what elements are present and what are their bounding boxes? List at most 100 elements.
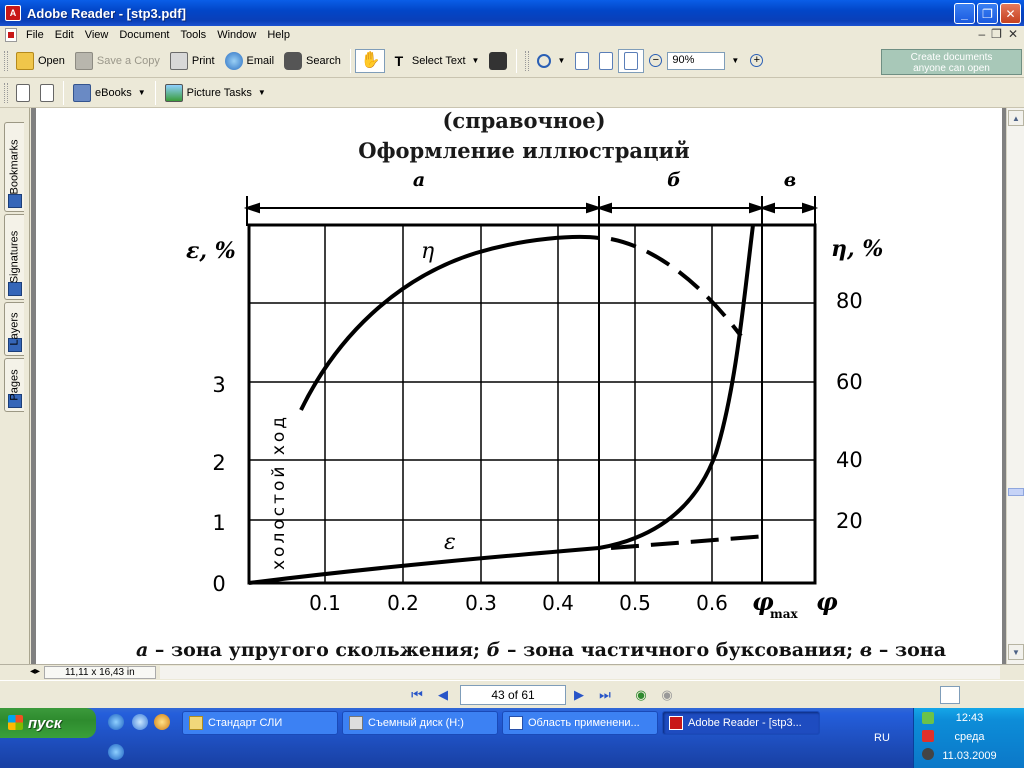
go-back-icon[interactable]: ◉ <box>632 687 650 703</box>
document-icon[interactable] <box>5 28 17 42</box>
toolbar-separator <box>154 80 156 105</box>
toolbar-separator <box>516 48 518 73</box>
hand-tool-button[interactable]: ✋ <box>354 48 385 73</box>
snapshot-button[interactable] <box>484 49 512 73</box>
y-left-tick-2: 2 <box>212 451 225 475</box>
scroll-up-icon[interactable]: ▲ <box>1008 110 1024 126</box>
taskbar-item-removable-disk[interactable]: Съемный диск (H:) <box>342 711 498 735</box>
internet-explorer-icon[interactable] <box>108 714 124 730</box>
y-left-tick-1: 1 <box>212 511 225 535</box>
page-heading-illustrations: Оформление иллюстраций <box>358 138 689 163</box>
facing-view-icon[interactable] <box>968 686 988 704</box>
menu-window[interactable]: Window <box>212 29 262 41</box>
open-button[interactable]: Open <box>11 49 70 73</box>
internet-explorer-icon[interactable] <box>108 744 124 760</box>
print-button[interactable]: Print <box>165 49 220 73</box>
rotate-page-left-icon <box>16 83 30 102</box>
chevron-down-icon[interactable]: ▼ <box>731 56 739 65</box>
minimize-button[interactable]: _ <box>954 3 975 24</box>
x-tick-0-3: 0.3 <box>465 591 497 615</box>
zoom-in-tool-button[interactable]: ▼ <box>532 49 570 73</box>
chevron-down-icon[interactable]: ▼ <box>472 56 480 65</box>
toolbar-grip[interactable] <box>4 82 8 103</box>
x-tick-0-6: 0.6 <box>696 591 728 615</box>
toolbar-grip[interactable] <box>4 50 8 71</box>
hand-icon: ✋ <box>360 51 381 69</box>
last-page-icon[interactable]: ⏭ <box>596 687 614 703</box>
continuous-facing-view-icon[interactable] <box>996 686 1016 704</box>
scroll-down-icon[interactable]: ▼ <box>1008 644 1024 660</box>
vertical-scrollbar[interactable]: ▲ ▼ <box>1006 108 1024 664</box>
menu-help[interactable]: Help <box>262 29 296 41</box>
menu-view[interactable]: View <box>80 29 115 41</box>
tab-signatures[interactable]: Signatures <box>4 214 24 300</box>
tab-pages[interactable]: Pages <box>4 358 24 412</box>
y-left-tick-0: 0 <box>212 572 225 596</box>
chevron-down-icon[interactable]: ▼ <box>138 88 146 97</box>
zoom-level-field[interactable]: 90% <box>667 51 726 70</box>
ebooks-button[interactable]: eBooks ▼ <box>68 81 151 105</box>
doc-minimize-icon[interactable]: – <box>978 27 985 41</box>
doc-restore-icon[interactable]: ❐ <box>991 27 1002 41</box>
single-page-view-icon[interactable] <box>914 686 934 704</box>
start-button[interactable]: пуск <box>0 708 96 738</box>
zoom-in-button[interactable]: + <box>745 49 768 73</box>
picture-tasks-button[interactable]: Picture Tasks ▼ <box>160 81 271 105</box>
first-page-icon[interactable]: ⏮ <box>408 687 426 703</box>
continuous-view-icon[interactable] <box>940 686 960 704</box>
page-number-field[interactable]: 43 of 61 <box>460 685 566 705</box>
horizontal-scrollbar[interactable] <box>160 666 1000 679</box>
fit-page-button[interactable] <box>594 49 618 73</box>
toolbar-grip[interactable] <box>525 50 530 71</box>
document-viewer[interactable]: (справочное) Оформление иллюстраций а б … <box>31 108 1006 664</box>
x-tick-0-4: 0.4 <box>542 591 574 615</box>
tab-bookmarks[interactable]: Bookmarks <box>4 122 24 212</box>
create-documents-banner[interactable]: Create documents anyone can open <box>881 49 1022 75</box>
fit-width-button[interactable] <box>618 48 645 73</box>
expand-arrows-icon[interactable]: ◂▸ <box>30 666 40 677</box>
previous-page-icon[interactable]: ◀ <box>434 687 452 703</box>
chevron-down-icon[interactable]: ▼ <box>557 56 565 65</box>
close-button[interactable]: ✕ <box>1000 3 1021 24</box>
scroll-thumb[interactable] <box>1008 488 1024 496</box>
messenger-icon[interactable] <box>132 714 148 730</box>
menu-file[interactable]: File <box>21 29 50 41</box>
folder-open-icon <box>16 51 34 70</box>
select-text-button[interactable]: T Select Text ▼ <box>385 49 485 73</box>
menu-edit[interactable]: Edit <box>50 29 80 41</box>
tab-layers[interactable]: Layers <box>4 302 24 356</box>
file-toolbar: Open Save a Copy Print Email Search ✋ T … <box>0 44 1024 78</box>
document-page: (справочное) Оформление иллюстраций а б … <box>36 108 1002 664</box>
rotate-right-button[interactable] <box>35 81 59 105</box>
menu-tools[interactable]: Tools <box>176 29 213 41</box>
next-page-icon[interactable]: ▶ <box>570 687 588 703</box>
folder-icon <box>189 716 203 730</box>
media-player-icon[interactable] <box>154 714 170 730</box>
taskbar-item-folder[interactable]: Стандарт СЛИ <box>182 711 338 735</box>
y-left-axis-label: ε, % <box>186 238 236 264</box>
y-right-tick-80: 80 <box>836 289 863 313</box>
word-document-icon <box>509 716 523 730</box>
zoom-out-button[interactable]: − <box>644 49 667 73</box>
language-indicator[interactable]: RU <box>874 732 890 744</box>
go-forward-icon[interactable]: ◉ <box>658 687 676 703</box>
save-copy-button[interactable]: Save a Copy <box>70 49 165 73</box>
email-button[interactable]: Email <box>220 49 280 73</box>
title-bar: A Adobe Reader - [stp3.pdf] _ ❐ ✕ <box>0 0 1024 26</box>
doc-close-icon[interactable]: ✕ <box>1008 27 1018 41</box>
menu-bar: File Edit View Document Tools Window Hel… <box>0 26 1024 44</box>
restore-button[interactable]: ❐ <box>977 3 998 24</box>
taskbar-item-word[interactable]: Область применени... <box>502 711 658 735</box>
camera-icon <box>489 51 508 70</box>
email-globe-icon <box>224 51 243 70</box>
actual-size-button[interactable] <box>570 49 594 73</box>
adobe-reader-icon: A <box>5 5 21 21</box>
taskbar-item-adobe-reader[interactable]: Adobe Reader - [stp3... <box>662 711 820 735</box>
page-icon <box>575 51 590 70</box>
rotate-page-right-icon <box>40 83 54 102</box>
rotate-left-button[interactable] <box>11 81 35 105</box>
clock-time[interactable]: 12:43 <box>914 712 1024 724</box>
chevron-down-icon[interactable]: ▼ <box>258 88 266 97</box>
search-button[interactable]: Search <box>279 49 346 73</box>
menu-document[interactable]: Document <box>114 29 175 41</box>
